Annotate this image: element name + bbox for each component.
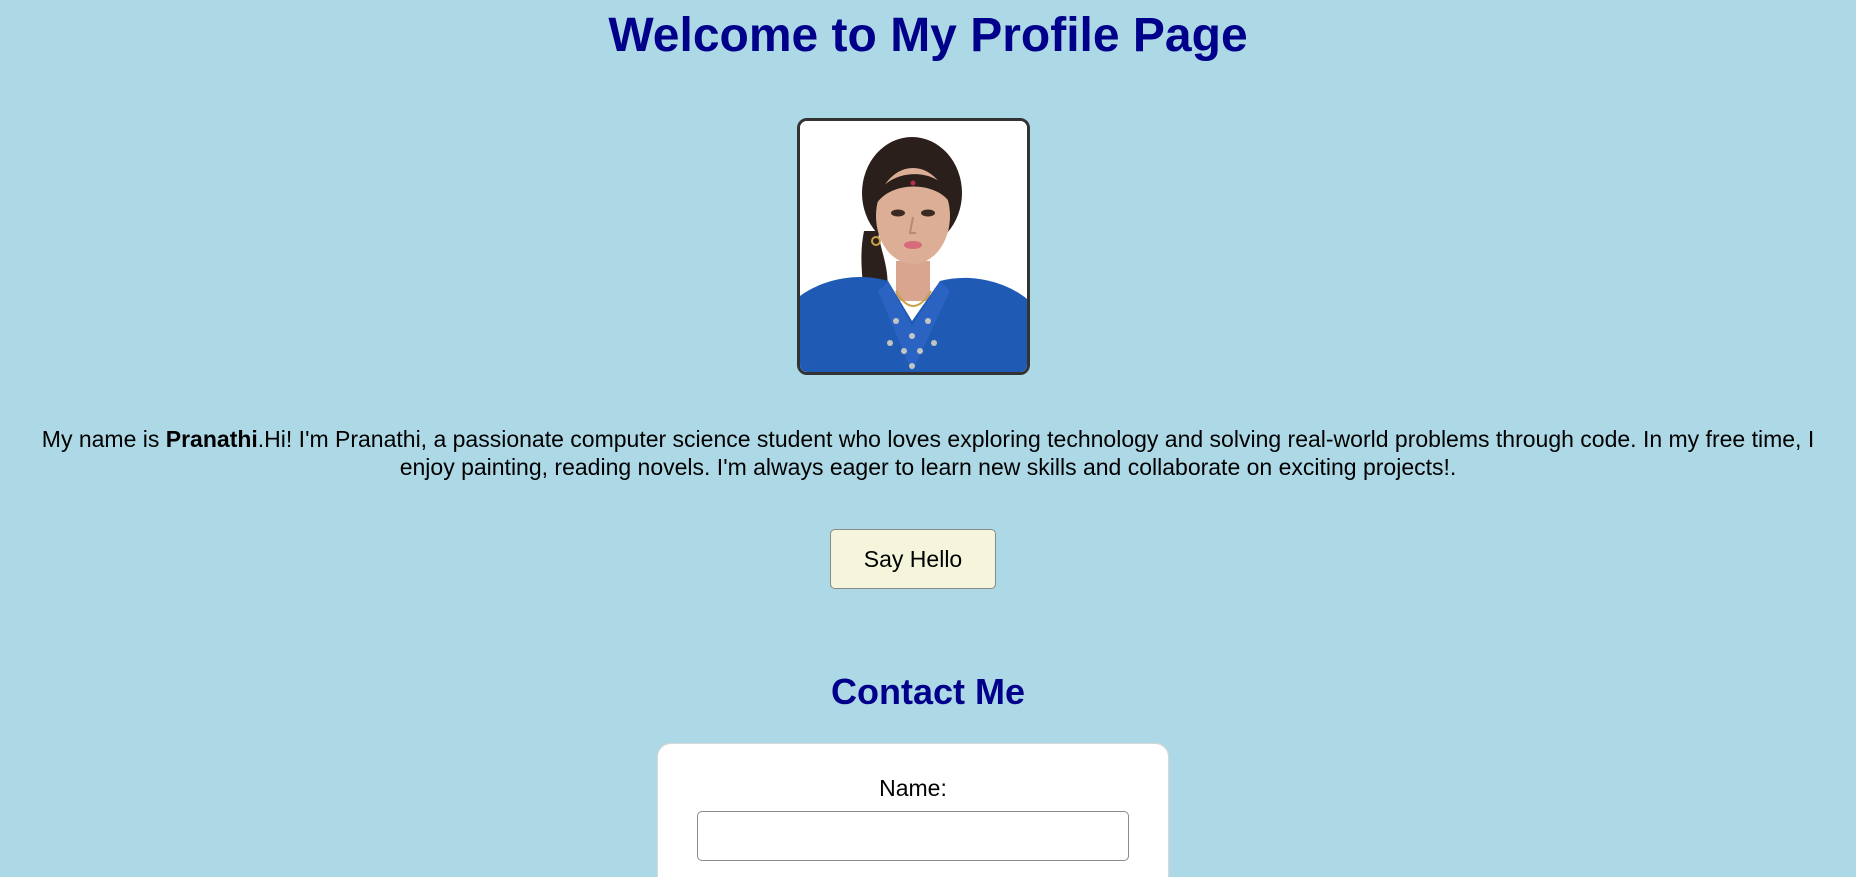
name-label: Name: bbox=[879, 775, 947, 801]
bio-text: My name is Pranathi.Hi! I'm Pranathi, a … bbox=[18, 425, 1838, 481]
contact-heading: Contact Me bbox=[830, 671, 1025, 712]
bio-name: Pranathi bbox=[165, 426, 258, 452]
bio-prefix: My name is bbox=[41, 426, 166, 452]
bio-description: .Hi! I'm Pranathi, a passionate computer… bbox=[257, 426, 1815, 480]
profile-photo bbox=[797, 118, 1030, 375]
say-hello-button[interactable]: Say Hello bbox=[830, 529, 996, 589]
page-title: Welcome to My Profile Page bbox=[608, 9, 1248, 62]
name-input[interactable] bbox=[697, 811, 1129, 861]
profile-page: Welcome to My Profile Page My name is Pr… bbox=[0, 0, 1856, 877]
profile-photo-illustration bbox=[800, 121, 1027, 372]
contact-form: Name: bbox=[657, 743, 1169, 877]
